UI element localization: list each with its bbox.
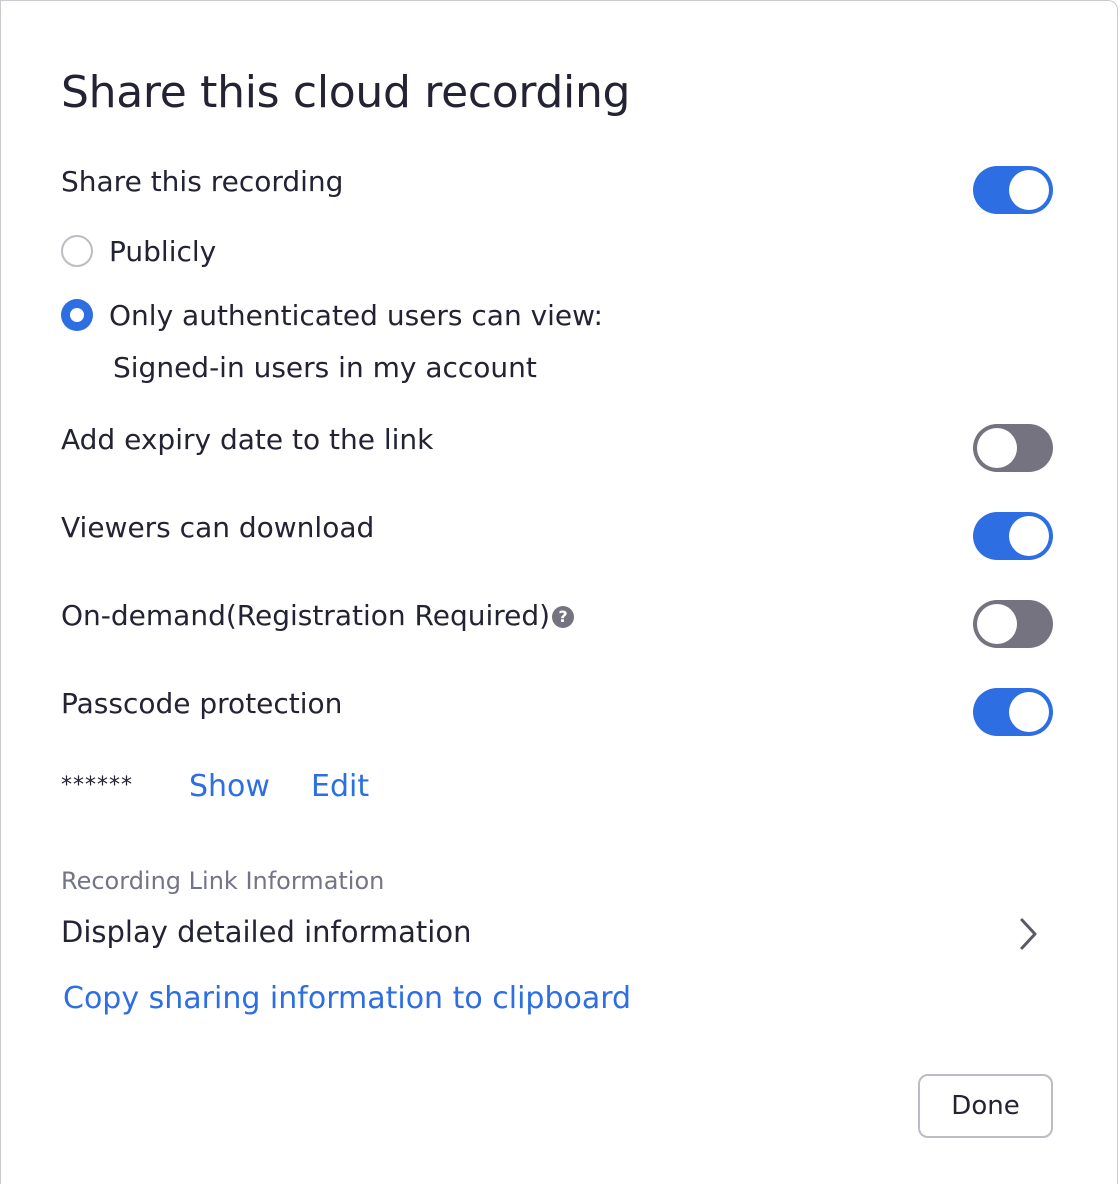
edit-passcode-link[interactable]: Edit xyxy=(311,769,369,804)
toggle-knob xyxy=(977,604,1017,644)
help-icon[interactable]: ? xyxy=(552,606,575,628)
share-recording-toggle[interactable] xyxy=(973,166,1053,214)
toggle-knob xyxy=(1009,516,1049,556)
share-recording-dialog: Share this cloud recording Share this re… xyxy=(0,0,1118,1184)
display-details-label[interactable]: Display detailed information xyxy=(61,915,471,949)
dialog-title: Share this cloud recording xyxy=(61,67,631,118)
on-demand-toggle[interactable] xyxy=(973,600,1053,648)
on-demand-row: On-demand(Registration Required)? xyxy=(61,599,575,632)
expiry-toggle[interactable] xyxy=(973,424,1053,472)
passcode-label: Passcode protection xyxy=(61,687,343,720)
share-recording-label: Share this recording xyxy=(61,165,344,198)
show-passcode-link[interactable]: Show xyxy=(189,769,270,804)
chevron-right-icon[interactable] xyxy=(1013,915,1047,953)
on-demand-label: On-demand(Registration Required) xyxy=(61,599,551,632)
passcode-toggle[interactable] xyxy=(973,688,1053,736)
download-toggle[interactable] xyxy=(973,512,1053,560)
copy-sharing-info-link[interactable]: Copy sharing information to clipboard xyxy=(63,981,631,1016)
radio-authenticated[interactable] xyxy=(61,299,93,331)
radio-publicly-label[interactable]: Publicly xyxy=(109,235,216,268)
radio-authenticated-label[interactable]: Only authenticated users can view: xyxy=(109,299,603,332)
passcode-masked-value: ****** xyxy=(61,773,133,798)
toggle-knob xyxy=(977,428,1017,468)
toggle-knob xyxy=(1009,692,1049,732)
auth-scope-label: Signed-in users in my account xyxy=(113,351,537,384)
download-label: Viewers can download xyxy=(61,511,375,544)
toggle-knob xyxy=(1009,170,1049,210)
recording-link-section-label: Recording Link Information xyxy=(61,867,385,895)
radio-publicly[interactable] xyxy=(61,235,93,267)
done-button[interactable]: Done xyxy=(918,1074,1053,1138)
expiry-label: Add expiry date to the link xyxy=(61,423,434,456)
